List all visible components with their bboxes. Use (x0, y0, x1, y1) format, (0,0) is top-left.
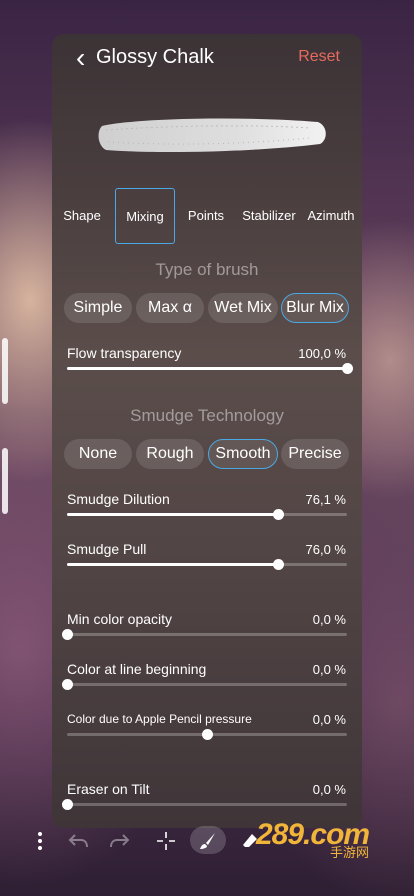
more-icon[interactable] (30, 826, 50, 854)
undo-icon[interactable] (66, 826, 90, 854)
flow-slider-fill (67, 367, 347, 370)
min-color-opacity-slider[interactable] (61, 629, 347, 640)
tab-shape[interactable]: Shape (60, 188, 104, 244)
redo-icon[interactable] (108, 826, 132, 854)
transform-icon[interactable] (154, 826, 178, 854)
brush-title[interactable]: Glossy Chalk (96, 46, 214, 69)
smudge-pull-value: 76,0 % (305, 542, 346, 557)
min-color-opacity-value: 0,0 % (312, 612, 346, 627)
color-line-beginning-label: Color at line beginning (67, 661, 207, 677)
watermark-subtitle: 手游网 (330, 845, 370, 860)
brush-stroke-preview (98, 118, 326, 152)
brush-settings-panel: ‹ Glossy Chalk Reset Shape Mixing Points… (52, 34, 362, 828)
reset-button[interactable]: Reset (298, 48, 340, 66)
eraser-tilt-slider[interactable] (61, 799, 347, 810)
brush-type-heading: Type of brush (155, 260, 259, 279)
smudge-rough[interactable]: Rough (136, 439, 204, 469)
color-line-beginning-value: 0,0 % (312, 662, 346, 677)
brush-icon[interactable] (190, 826, 226, 854)
flow-slider[interactable] (67, 363, 353, 374)
brush-type-simple[interactable]: Simple (64, 293, 132, 323)
pencil-pressure-slider[interactable] (67, 729, 347, 740)
smudge-heading: Smudge Technology (130, 406, 284, 425)
brush-type-wet-mix[interactable]: Wet Mix (208, 293, 278, 323)
tab-azimuth[interactable]: Azimuth (304, 188, 358, 244)
smudge-pull-label: Smudge Pull (67, 541, 147, 557)
panel-header: ‹ Glossy Chalk Reset (52, 34, 362, 80)
tab-mixing[interactable]: Mixing (115, 188, 175, 244)
tab-stabilizer[interactable]: Stabilizer (238, 188, 300, 244)
smudge-none[interactable]: None (64, 439, 132, 469)
smudge-dilution-fill (67, 513, 279, 516)
flow-slider-knob[interactable] (341, 363, 353, 374)
min-color-opacity-label: Min color opacity (67, 611, 173, 627)
tab-points[interactable]: Points (184, 188, 228, 244)
brush-type-max-alpha[interactable]: Max α (136, 293, 204, 323)
color-line-beginning-slider[interactable] (61, 679, 347, 690)
smudge-pull-fill (67, 563, 279, 566)
eraser-tilt-knob[interactable] (61, 799, 73, 810)
side-handle-bottom[interactable] (2, 448, 8, 514)
smudge-dilution-value: 76,1 % (305, 492, 346, 507)
smudge-dilution-label: Smudge Dilution (67, 491, 170, 507)
settings-tabs: Shape Mixing Points Stabilizer Azimuth (52, 188, 362, 246)
smudge-dilution-slider[interactable] (67, 509, 347, 520)
min-color-opacity-knob[interactable] (61, 629, 73, 640)
pencil-pressure-value: 0,0 % (312, 712, 346, 727)
smudge-precise[interactable]: Precise (281, 439, 349, 469)
brush-type-blur-mix[interactable]: Blur Mix (281, 293, 349, 323)
back-chevron-icon[interactable]: ‹ (76, 44, 85, 72)
smudge-smooth[interactable]: Smooth (208, 439, 278, 469)
flow-value: 100,0 % (298, 346, 346, 361)
smudge-dilution-knob[interactable] (272, 509, 284, 520)
smudge-pull-slider[interactable] (67, 559, 347, 570)
side-handle-top[interactable] (2, 338, 8, 404)
eraser-tilt-label: Eraser on Tilt (67, 781, 150, 797)
pencil-pressure-knob[interactable] (201, 729, 213, 740)
flow-label: Flow transparency (67, 345, 182, 361)
color-line-beginning-knob[interactable] (61, 679, 73, 690)
pencil-pressure-label: Color due to Apple Pencil pressure (67, 712, 252, 726)
eraser-tilt-value: 0,0 % (312, 782, 346, 797)
smudge-pull-knob[interactable] (272, 559, 284, 570)
